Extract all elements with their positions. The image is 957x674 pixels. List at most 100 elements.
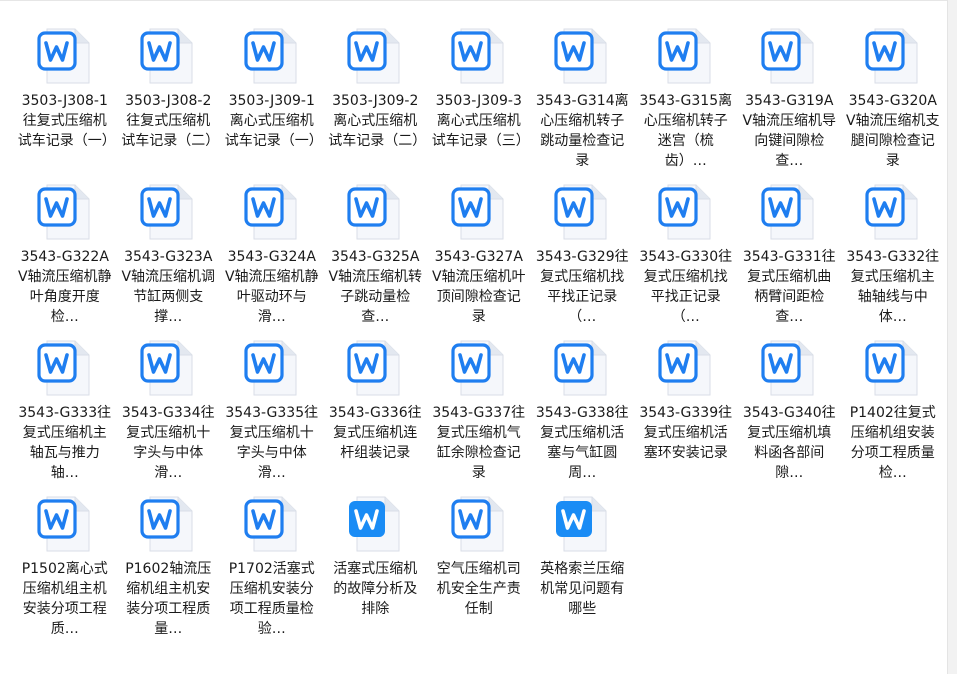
file-item[interactable]: P1502离心式压缩机组主机安装分项工程质… — [13, 493, 117, 649]
file-item[interactable]: 3543-G325AV轴流压缩机转子跳动量检查… — [324, 181, 428, 337]
file-name-label: 3543-G330往复式压缩机找平找正记录（… — [639, 249, 733, 325]
wps-document-icon — [345, 493, 405, 555]
file-name-label: P1402往复式压缩机组安装分项工程质量检… — [849, 405, 936, 481]
file-item[interactable]: 3543-G334往复式压缩机十字头与中体滑… — [117, 337, 221, 493]
file-grid: 3503-J308-1往复式压缩机试车记录（一） 3503-J308-2往复式压… — [13, 25, 945, 649]
file-item[interactable]: 活塞式压缩机的故障分析及排除 — [324, 493, 428, 649]
word-document-icon — [138, 25, 198, 87]
file-item[interactable]: 3543-G333往复式压缩机主轴瓦与推力轴… — [13, 337, 117, 493]
word-document-icon — [863, 337, 923, 399]
word-document-icon — [242, 181, 302, 243]
word-document-icon — [656, 337, 716, 399]
word-document-icon — [552, 25, 612, 87]
file-name-label: 3543-G320AV轴流压缩机支腿间隙检查记录 — [845, 93, 940, 169]
file-name-label: 3503-J309-3离心式压缩机试车记录（三） — [431, 93, 526, 149]
file-item[interactable]: 3543-G337往复式压缩机气缸余隙检查记录 — [427, 337, 531, 493]
word-document-icon — [449, 25, 509, 87]
word-document-icon — [345, 25, 405, 87]
file-name-label: 3543-G335往复式压缩机十字头与中体滑… — [225, 405, 319, 481]
file-name-label: 3543-G337往复式压缩机气缸余隙检查记录 — [432, 405, 526, 481]
word-document-icon — [35, 25, 95, 87]
file-item[interactable]: 3543-G324AV轴流压缩机静叶驱动环与滑… — [220, 181, 324, 337]
file-name-label: 活塞式压缩机的故障分析及排除 — [333, 561, 418, 617]
word-document-icon — [35, 493, 95, 555]
file-name-label: 3543-G319AV轴流压缩机导向键间隙检查… — [742, 93, 837, 169]
word-document-icon — [242, 337, 302, 399]
file-item[interactable]: 3543-G314离心压缩机转子跳动量检查记录 — [531, 25, 635, 181]
word-document-icon — [656, 181, 716, 243]
file-name-label: 3543-G314离心压缩机转子跳动量检查记录 — [535, 93, 629, 169]
word-document-icon — [759, 181, 819, 243]
word-document-icon — [242, 25, 302, 87]
file-name-label: P1502离心式压缩机组主机安装分项工程质… — [21, 561, 108, 637]
word-document-icon — [759, 337, 819, 399]
file-name-label: 3503-J308-1往复式压缩机试车记录（一） — [17, 93, 112, 149]
file-name-label: 3543-G315离心压缩机转子迷宫（梳齿）… — [639, 93, 733, 169]
file-item[interactable]: 3503-J309-3离心式压缩机试车记录（三） — [427, 25, 531, 181]
file-name-label: 3543-G338往复式压缩机活塞与气缸圆周… — [535, 405, 629, 481]
file-item[interactable]: 3543-G339往复式压缩机活塞环安装记录 — [634, 337, 738, 493]
file-name-label: 3543-G322AV轴流压缩机静叶角度开度检… — [17, 249, 112, 325]
file-item[interactable]: P1602轴流压缩机组主机安装分项工程质量… — [117, 493, 221, 649]
file-item[interactable]: 空气压缩机司机安全生产责任制 — [427, 493, 531, 649]
file-item[interactable]: 3543-G335往复式压缩机十字头与中体滑… — [220, 337, 324, 493]
word-document-icon — [863, 181, 923, 243]
word-document-icon — [138, 181, 198, 243]
file-name-label: 3503-J309-1离心式压缩机试车记录（一） — [224, 93, 319, 149]
file-name-label: 3543-G332往复式压缩机主轴轴线与中体… — [846, 249, 940, 325]
file-item[interactable]: 3503-J308-1往复式压缩机试车记录（一） — [13, 25, 117, 181]
file-item[interactable]: P1702活塞式压缩机安装分项工程质量检验… — [220, 493, 324, 649]
file-name-label: 3543-G325AV轴流压缩机转子跳动量检查… — [328, 249, 423, 325]
file-item[interactable]: 3543-G319AV轴流压缩机导向键间隙检查… — [738, 25, 842, 181]
file-name-label: 3543-G327AV轴流压缩机叶顶间隙检查记录 — [431, 249, 526, 325]
file-item[interactable]: 3543-G315离心压缩机转子迷宫（梳齿）… — [634, 25, 738, 181]
word-document-icon — [242, 493, 302, 555]
file-item[interactable]: P1402往复式压缩机组安装分项工程质量检… — [841, 337, 945, 493]
word-document-icon — [138, 337, 198, 399]
file-name-label: 3543-G324AV轴流压缩机静叶驱动环与滑… — [224, 249, 319, 325]
file-name-label: 3543-G323AV轴流压缩机调节缸两侧支撑… — [121, 249, 216, 325]
file-name-label: 3543-G336往复式压缩机连杆组装记录 — [328, 405, 422, 461]
file-name-label: 3543-G340往复式压缩机填料函各部间隙… — [742, 405, 836, 481]
word-document-icon — [35, 337, 95, 399]
file-item[interactable]: 3543-G332往复式压缩机主轴轴线与中体… — [841, 181, 945, 337]
file-item[interactable]: 3543-G327AV轴流压缩机叶顶间隙检查记录 — [427, 181, 531, 337]
file-name-label: P1602轴流压缩机组主机安装分项工程质量… — [125, 561, 212, 637]
word-document-icon — [552, 181, 612, 243]
file-name-label: P1702活塞式压缩机安装分项工程质量检验… — [228, 561, 315, 637]
file-name-label: 英格索兰压缩机常见问题有哪些 — [540, 561, 625, 617]
file-item[interactable]: 3503-J309-2离心式压缩机试车记录（二） — [324, 25, 428, 181]
word-document-icon — [449, 337, 509, 399]
word-document-icon — [345, 337, 405, 399]
file-item[interactable]: 3503-J309-1离心式压缩机试车记录（一） — [220, 25, 324, 181]
file-item[interactable]: 3543-G329往复式压缩机找平找正记录（… — [531, 181, 635, 337]
file-item[interactable]: 3543-G330往复式压缩机找平找正记录（… — [634, 181, 738, 337]
word-document-icon — [35, 181, 95, 243]
file-name-label: 3543-G329往复式压缩机找平找正记录（… — [535, 249, 629, 325]
file-name-label: 3503-J308-2往复式压缩机试车记录（二） — [121, 93, 216, 149]
file-name-label: 3543-G339往复式压缩机活塞环安装记录 — [639, 405, 733, 461]
file-item[interactable]: 3543-G322AV轴流压缩机静叶角度开度检… — [13, 181, 117, 337]
file-name-label: 3543-G334往复式压缩机十字头与中体滑… — [121, 405, 215, 481]
file-item[interactable]: 3543-G338往复式压缩机活塞与气缸圆周… — [531, 337, 635, 493]
word-document-icon — [552, 337, 612, 399]
file-item[interactable]: 3543-G331往复式压缩机曲柄臂间距检查… — [738, 181, 842, 337]
file-item[interactable]: 英格索兰压缩机常见问题有哪些 — [531, 493, 635, 649]
file-item[interactable]: 3543-G320AV轴流压缩机支腿间隙检查记录 — [841, 25, 945, 181]
wps-document-icon — [552, 493, 612, 555]
file-name-label: 3543-G331往复式压缩机曲柄臂间距检查… — [742, 249, 836, 325]
word-document-icon — [138, 493, 198, 555]
word-document-icon — [863, 25, 923, 87]
top-divider — [0, 0, 957, 1]
file-item[interactable]: 3543-G323AV轴流压缩机调节缸两侧支撑… — [117, 181, 221, 337]
word-document-icon — [759, 25, 819, 87]
word-document-icon — [345, 181, 405, 243]
vertical-scrollbar[interactable] — [947, 0, 957, 674]
file-item[interactable]: 3543-G340往复式压缩机填料函各部间隙… — [738, 337, 842, 493]
word-document-icon — [449, 181, 509, 243]
file-name-label: 空气压缩机司机安全生产责任制 — [436, 561, 521, 617]
word-document-icon — [656, 25, 716, 87]
file-item[interactable]: 3543-G336往复式压缩机连杆组装记录 — [324, 337, 428, 493]
word-document-icon — [449, 493, 509, 555]
file-item[interactable]: 3503-J308-2往复式压缩机试车记录（二） — [117, 25, 221, 181]
